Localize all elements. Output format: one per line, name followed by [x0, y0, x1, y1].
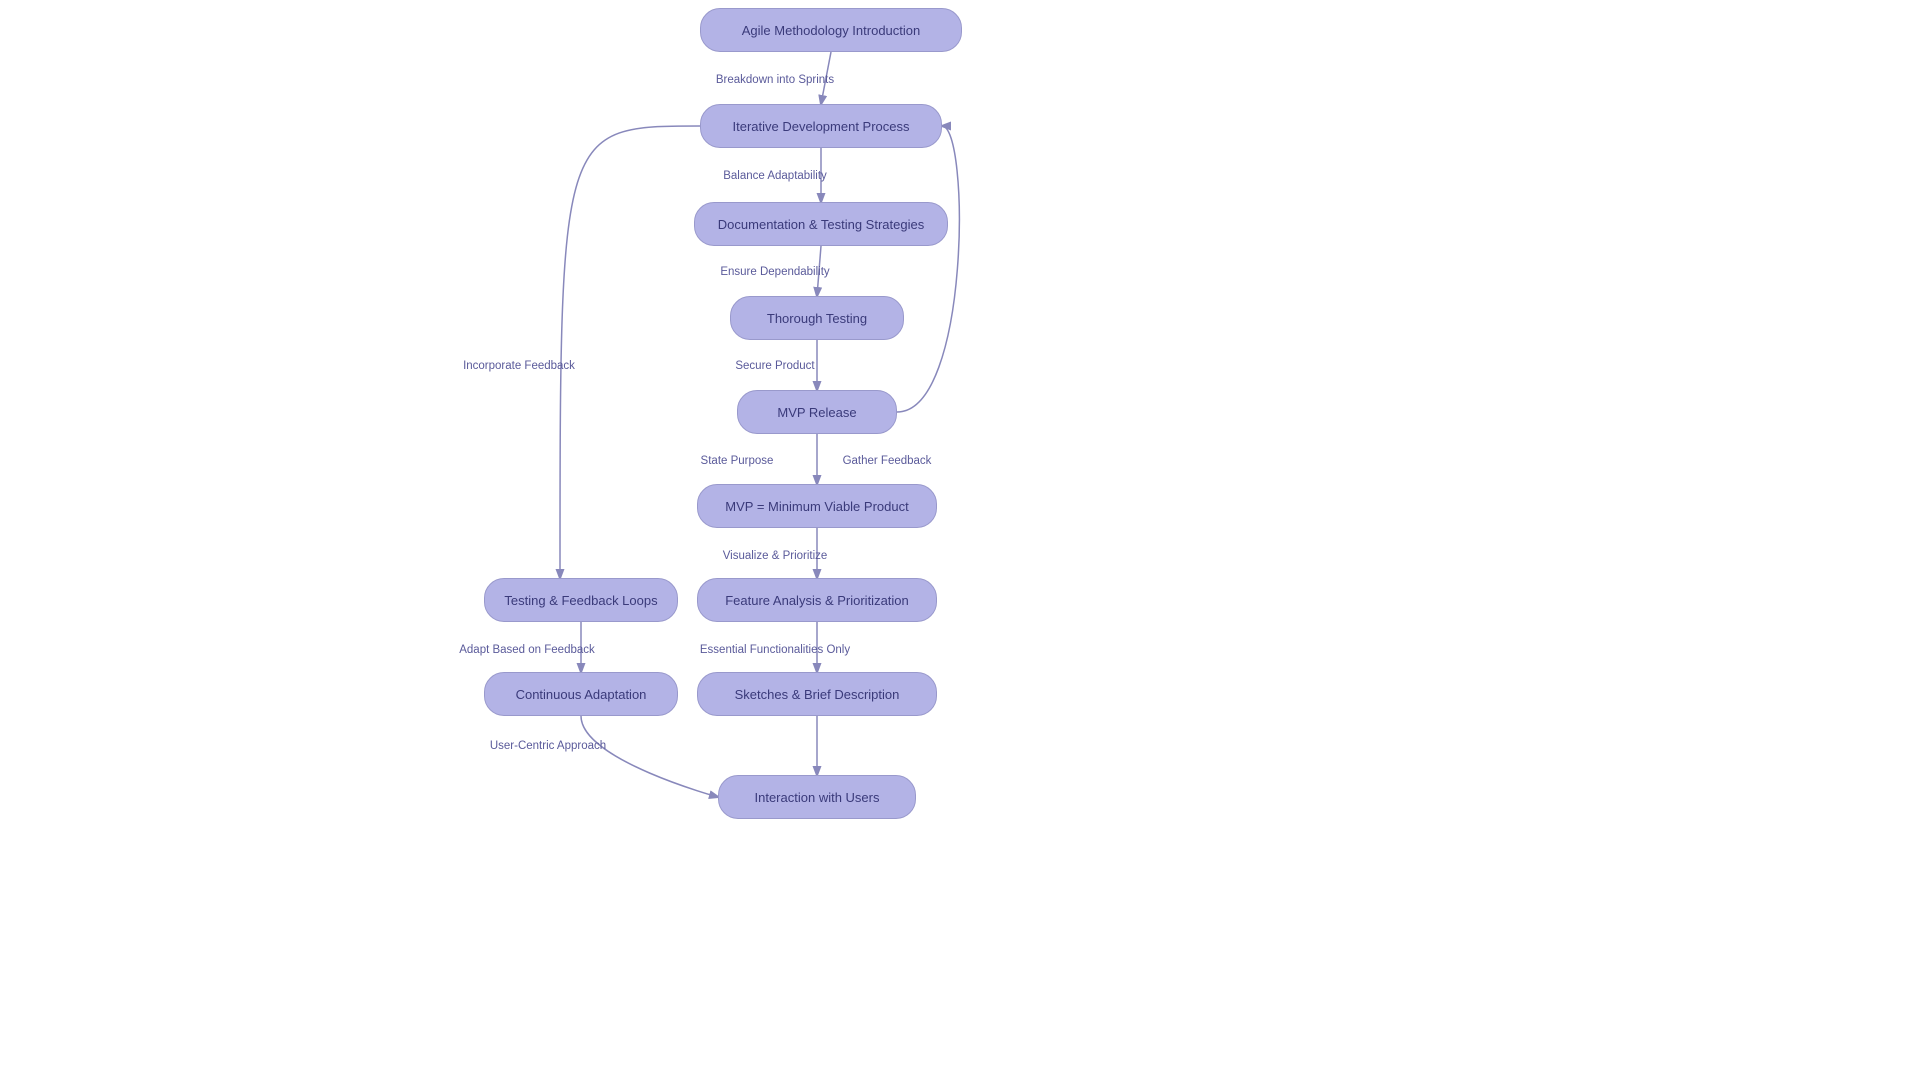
edge-label-5: Gather Feedback — [843, 455, 932, 467]
edge-label-0: Breakdown into Sprints — [716, 74, 834, 86]
edge-label-7: Essential Functionalities Only — [700, 644, 850, 656]
edge-label-8: Incorporate Feedback — [463, 360, 575, 372]
node-n3: Documentation & Testing Strategies — [694, 202, 948, 246]
node-n1: Agile Methodology Introduction — [700, 8, 962, 52]
node-n10: Testing & Feedback Loops — [484, 578, 678, 622]
edge-label-9: Adapt Based on Feedback — [459, 644, 595, 656]
edge-label-1: Balance Adaptability — [723, 170, 827, 182]
node-n9: Interaction with Users — [718, 775, 916, 819]
edge-label-2: Ensure Dependability — [720, 266, 829, 278]
connections-svg — [0, 0, 1920, 1080]
node-n11: Continuous Adaptation — [484, 672, 678, 716]
edge-label-10: User-Centric Approach — [490, 740, 606, 752]
edge-label-6: Visualize & Prioritize — [723, 550, 828, 562]
node-n2: Iterative Development Process — [700, 104, 942, 148]
node-n7: Feature Analysis & Prioritization — [697, 578, 937, 622]
diagram-container: Agile Methodology Introduction Iterative … — [0, 0, 1920, 1080]
node-n6: MVP = Minimum Viable Product — [697, 484, 937, 528]
edge-label-4: State Purpose — [701, 455, 774, 467]
node-n5: MVP Release — [737, 390, 897, 434]
edge-label-3: Secure Product — [735, 360, 814, 372]
node-n4: Thorough Testing — [730, 296, 904, 340]
node-n8: Sketches & Brief Description — [697, 672, 937, 716]
